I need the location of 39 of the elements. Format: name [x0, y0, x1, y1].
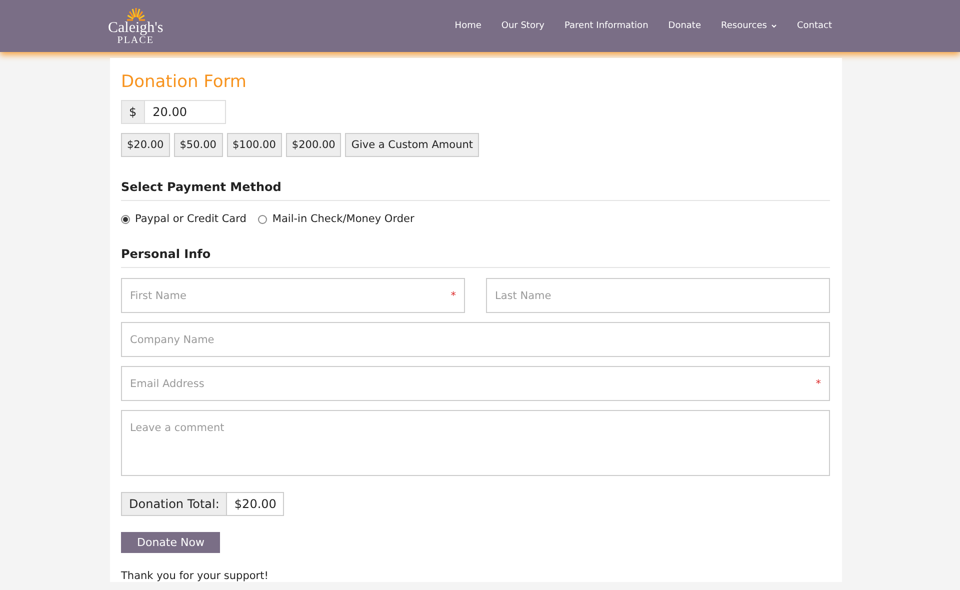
- payment-option[interactable]: Mail-in Check/Money Order: [258, 213, 414, 225]
- placeholder-text: First Name: [130, 290, 188, 302]
- input-field[interactable]: Email Address *: [121, 366, 830, 401]
- amount-value: 20.00: [152, 104, 188, 121]
- placeholder-text: Company Name: [130, 334, 216, 346]
- amount-button[interactable]: $20.00: [121, 133, 170, 157]
- nav-link[interactable]: Parent Information: [564, 21, 648, 31]
- required-mark: *: [816, 378, 821, 390]
- logo-text[interactable]: PLACE: [117, 36, 154, 46]
- currency-label: $: [122, 101, 145, 123]
- logo-text[interactable]: Caleigh's: [108, 20, 164, 36]
- section-heading: Personal Info: [121, 247, 830, 268]
- donate-button[interactable]: Donate Now: [121, 532, 220, 553]
- input-field[interactable]: Company Name: [121, 322, 830, 357]
- placeholder-text: Last Name: [495, 290, 552, 302]
- total-value: $20.00: [233, 496, 278, 513]
- nav-link[interactable]: Donate: [668, 21, 702, 31]
- amount-button[interactable]: $200.00: [286, 133, 342, 157]
- nav-link[interactable]: Resources: [721, 21, 777, 31]
- amount-button[interactable]: $100.00: [226, 133, 282, 157]
- required-mark: *: [450, 290, 456, 302]
- radio-icon[interactable]: [258, 214, 268, 224]
- amount-button[interactable]: $50.00: [174, 133, 222, 157]
- radio-icon[interactable]: [121, 214, 130, 224]
- comment-field[interactable]: Leave a comment: [121, 410, 830, 476]
- amount-button[interactable]: Give a Custom Amount: [345, 133, 480, 157]
- input-field[interactable]: Last Name: [486, 278, 830, 313]
- nav-link[interactable]: Contact: [796, 21, 832, 31]
- input-field[interactable]: First Name *: [121, 278, 465, 313]
- nav-link[interactable]: Our Story: [501, 21, 544, 31]
- amount-field[interactable]: $ 20.00: [121, 100, 226, 124]
- thanks-text: Thank you for your support!: [121, 570, 270, 582]
- section-heading: Select Payment Method: [121, 180, 830, 201]
- total-label: Donation Total:: [122, 493, 228, 515]
- payment-option[interactable]: Paypal or Credit Card: [121, 213, 246, 225]
- sunburst-icon: [126, 6, 146, 20]
- nav-link[interactable]: Home: [454, 21, 482, 31]
- form-title: Donation Form: [121, 72, 248, 92]
- placeholder-text: Email Address: [130, 378, 206, 390]
